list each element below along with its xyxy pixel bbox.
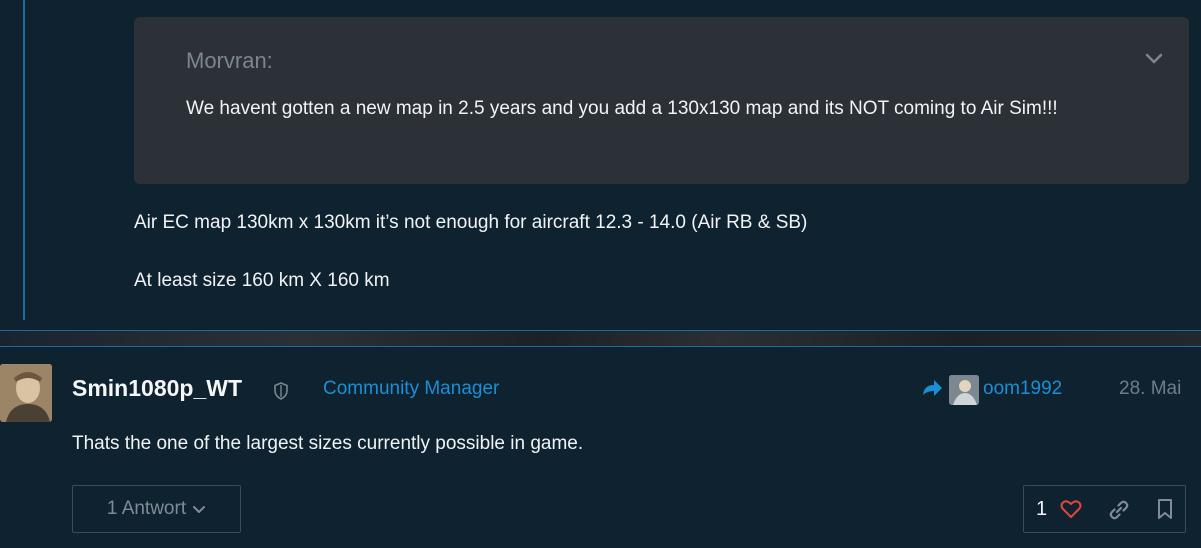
reply-to-username[interactable]: oom1992 <box>983 378 1062 400</box>
quote-author[interactable]: Morvran: <box>186 48 273 74</box>
reply-post: Smin1080p_WT Community Manager oom1992 2… <box>0 347 1201 548</box>
quote-text: We havent gotten a new map in 2.5 years … <box>186 98 1058 119</box>
avatar[interactable] <box>0 364 52 422</box>
post-date[interactable]: 28. Mai <box>1119 378 1181 400</box>
shield-icon <box>274 382 288 400</box>
post-text: Thats the one of the largest sizes curre… <box>72 433 584 454</box>
username[interactable]: Smin1080p_WT <box>72 375 242 402</box>
post-text-line: Air EC map 130km x 130km it’s not enough… <box>134 212 808 233</box>
user-role-badge[interactable]: Community Manager <box>323 378 499 400</box>
reply-to-avatar[interactable] <box>949 375 979 405</box>
post-actions: 1 <box>1023 485 1186 533</box>
chevron-down-icon <box>193 506 206 513</box>
show-replies-button[interactable]: 1 Antwort <box>72 485 241 533</box>
like-count[interactable]: 1 <box>1036 498 1047 521</box>
previous-post: Morvran: We havent gotten a new map in 2… <box>0 0 1201 330</box>
bookmark-icon[interactable] <box>1157 498 1173 520</box>
heart-icon[interactable] <box>1060 499 1082 519</box>
replies-label: 1 Antwort <box>106 498 187 519</box>
quote-block: Morvran: We havent gotten a new map in 2… <box>134 17 1189 184</box>
thread-line <box>23 0 25 320</box>
post-divider <box>0 330 1201 347</box>
link-icon[interactable] <box>1108 499 1130 521</box>
chevron-down-icon[interactable] <box>1143 47 1165 69</box>
post-text-line: At least size 160 km X 160 km <box>134 270 390 291</box>
reply-arrow-icon <box>921 378 943 398</box>
